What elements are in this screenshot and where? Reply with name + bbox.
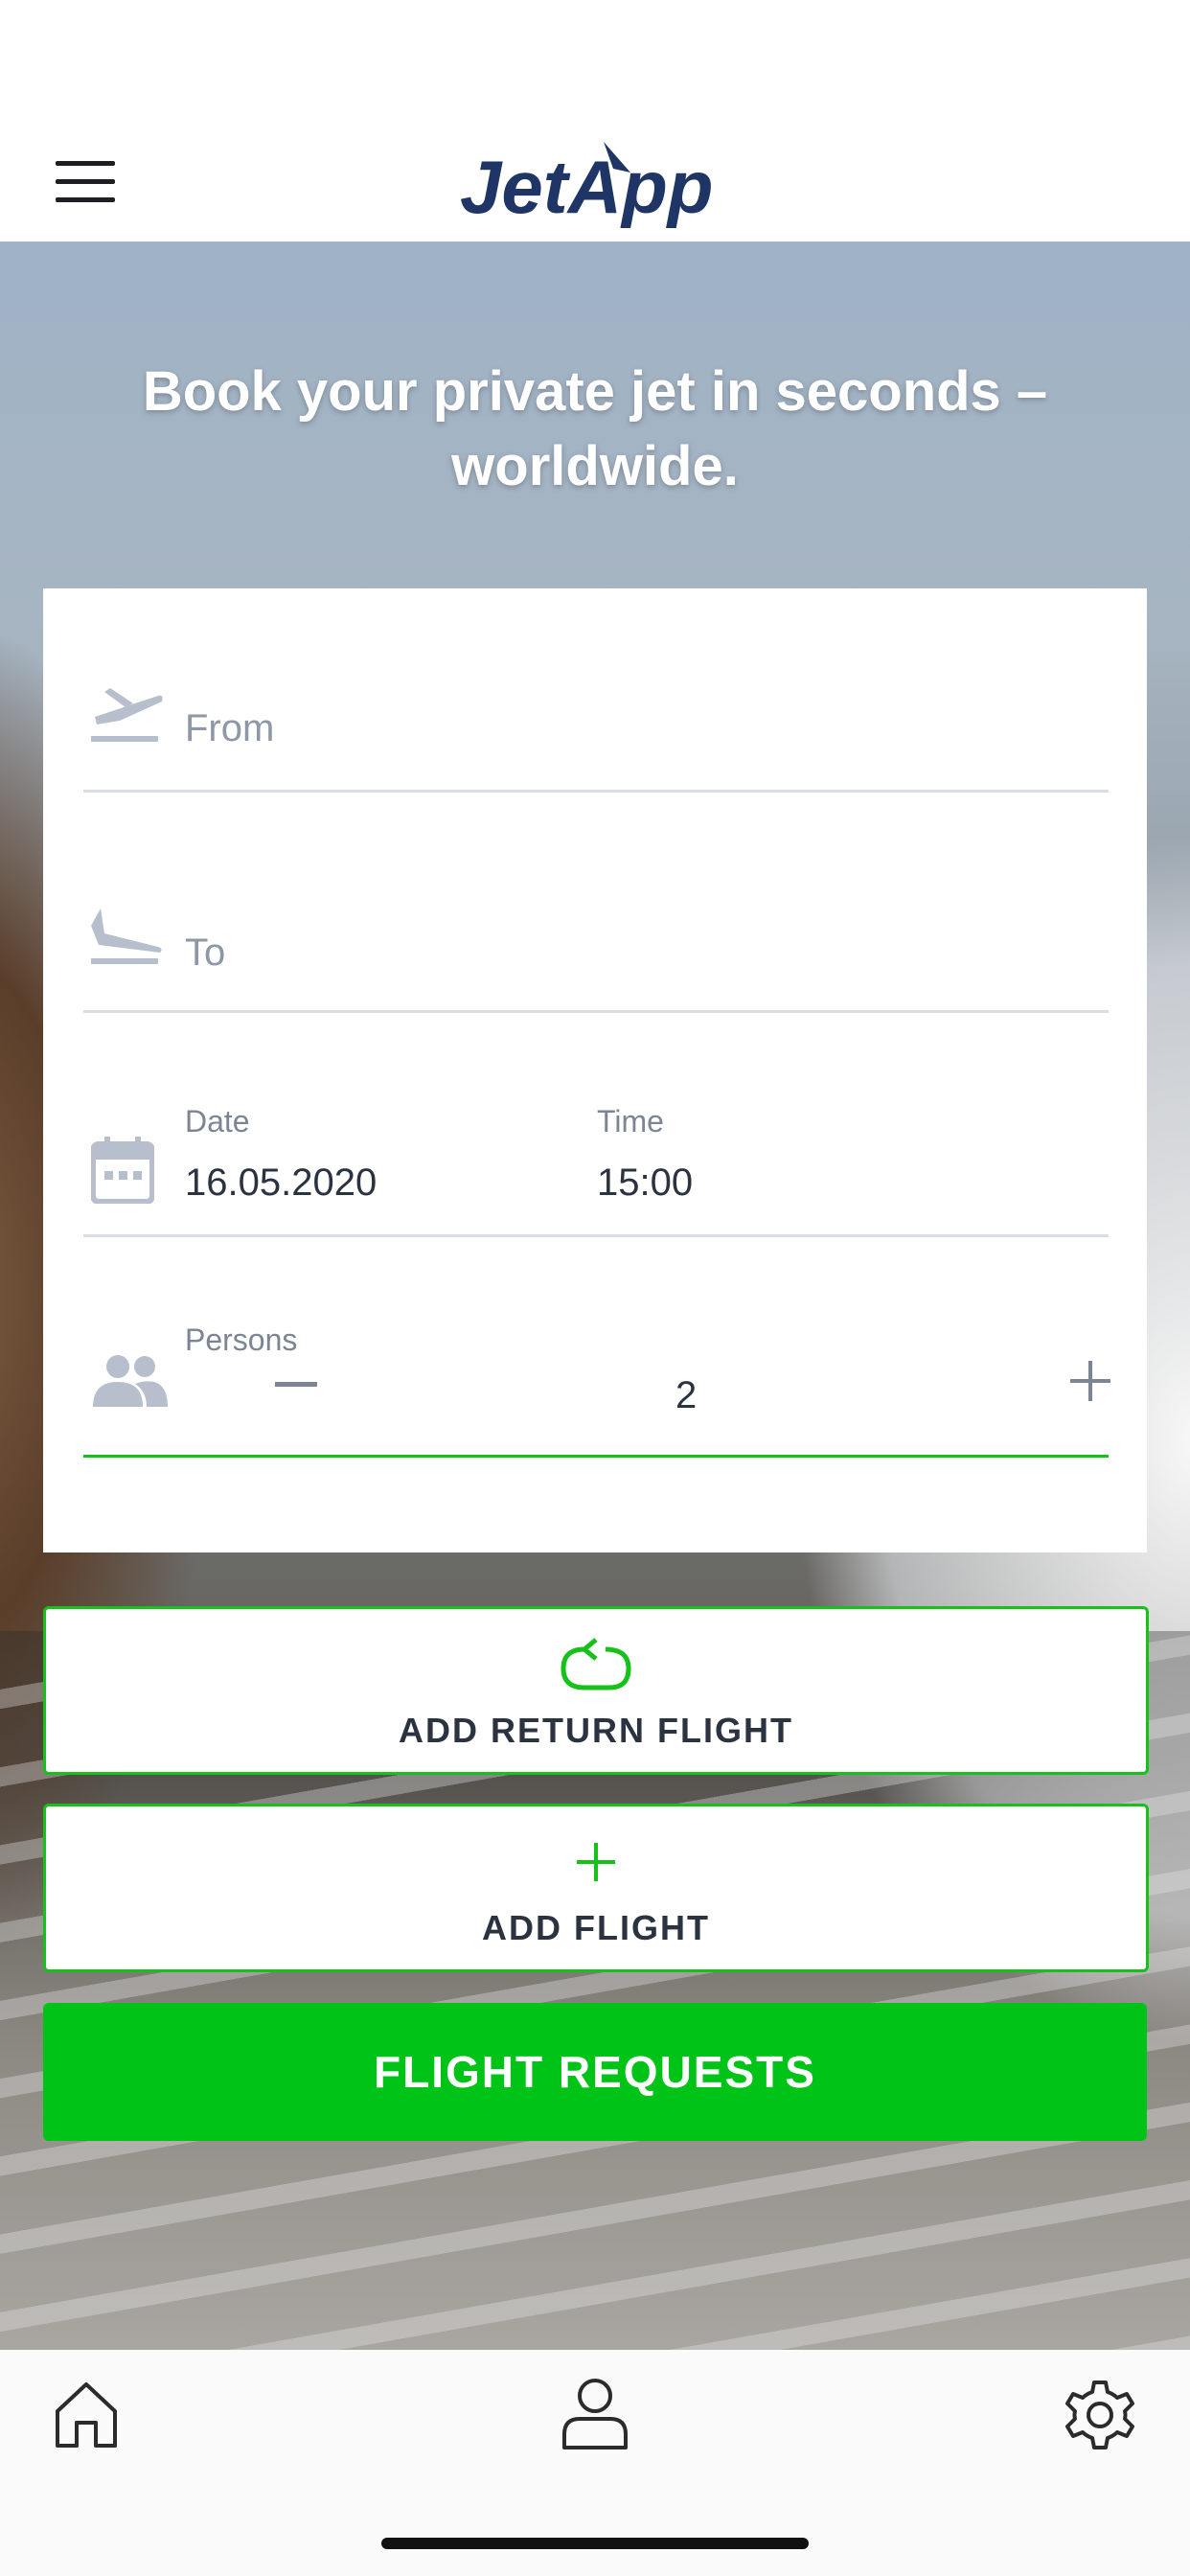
- landing-icon: [91, 908, 162, 964]
- people-icon: [93, 1355, 168, 1407]
- hero-title: Book your private jet in seconds – world…: [142, 360, 1048, 497]
- date-value[interactable]: 16.05.2020: [185, 1162, 377, 1205]
- persons-field: Persons 2: [83, 1254, 1110, 1458]
- flight-requests-button[interactable]: FLIGHT REQUESTS: [43, 2003, 1147, 2141]
- from-placeholder: From: [185, 707, 275, 749]
- to-field[interactable]: To: [83, 809, 1109, 1013]
- takeoff-icon: [91, 688, 163, 742]
- date-label: Date: [185, 1104, 250, 1138]
- date-time-field: Date 16.05.2020 Time 15:00: [83, 1029, 1109, 1237]
- gear-icon[interactable]: [1062, 2377, 1138, 2453]
- home-indicator: [381, 2538, 809, 2549]
- return-flight-icon: [561, 1638, 631, 1690]
- decrement-button[interactable]: [275, 1374, 317, 1398]
- plus-icon: [577, 1843, 615, 1881]
- home-icon[interactable]: [48, 2377, 125, 2453]
- app-header: JetApp: [0, 0, 1190, 242]
- add-return-flight-button[interactable]: ADD RETURN FLIGHT: [43, 1606, 1149, 1775]
- flight-search-card: From To Date 16.05.2020 Time 15:00 Perso…: [43, 588, 1147, 1552]
- persons-label: Persons: [185, 1322, 298, 1357]
- hamburger-menu-icon[interactable]: [56, 161, 115, 203]
- increment-button[interactable]: [1070, 1361, 1110, 1406]
- svg-text:JetApp: JetApp: [460, 145, 713, 229]
- add-return-flight-label: ADD RETURN FLIGHT: [399, 1711, 793, 1750]
- jetapp-logo: JetApp: [460, 134, 738, 230]
- user-icon[interactable]: [557, 2377, 633, 2453]
- from-field[interactable]: From: [83, 588, 1109, 793]
- persons-count: 2: [675, 1374, 698, 1416]
- time-value[interactable]: 15:00: [597, 1162, 693, 1205]
- add-flight-button[interactable]: ADD FLIGHT: [43, 1804, 1149, 1972]
- add-flight-label: ADD FLIGHT: [482, 1908, 710, 1947]
- to-placeholder: To: [185, 932, 226, 974]
- time-label: Time: [597, 1104, 664, 1138]
- calendar-icon: [91, 1137, 154, 1204]
